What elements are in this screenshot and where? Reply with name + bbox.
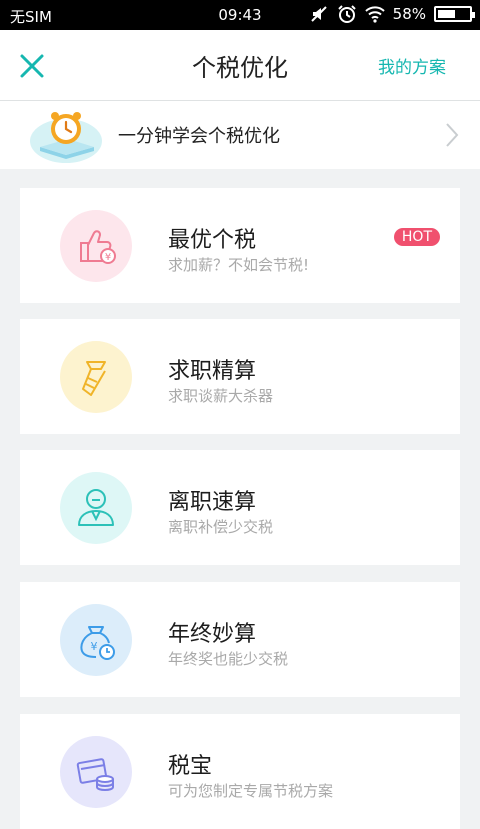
card-title: 年终妙算 (168, 622, 257, 647)
card-icon-bg: ¥ (60, 604, 132, 676)
card-icon-bg (60, 472, 132, 544)
svg-text:¥: ¥ (91, 640, 98, 653)
person-icon (78, 489, 114, 526)
tie-icon (82, 361, 106, 396)
card-subtitle: 求职谈薪大杀器 (168, 387, 274, 405)
alarm-clock-book-icon (30, 112, 102, 163)
hot-badge: HOT (393, 228, 440, 246)
wallet-coins-icon (76, 758, 114, 792)
card-icon-bg (60, 736, 132, 808)
wifi-icon (364, 6, 385, 23)
card-title: 税宝 (168, 754, 213, 779)
svg-text:¥: ¥ (105, 252, 111, 263)
my-plans-link[interactable]: 我的方案 (378, 53, 446, 78)
status-bar: 无SIM 09:43 58% (0, 0, 480, 30)
alarm-icon (337, 5, 356, 23)
card-subtitle: 可为您制定专属节税方案 (168, 782, 334, 800)
card-icon-bg (60, 341, 132, 413)
card-optimal-tax[interactable]: ¥ 最优个税 求加薪？不如会节税! HOT (20, 188, 460, 303)
card-tax-treasure[interactable]: 税宝 可为您制定专属节税方案 (20, 714, 460, 829)
money-bag-clock-icon: ¥ (80, 626, 115, 660)
card-subtitle: 求加薪？不如会节税! (168, 256, 310, 274)
mute-icon (310, 6, 327, 22)
card-title: 最优个税 (168, 228, 257, 253)
battery-percent: 58% (392, 5, 426, 23)
banner-text: 一分钟学会个税优化 (118, 126, 280, 147)
card-title: 求职精算 (168, 359, 257, 384)
chevron-right-icon (446, 123, 459, 147)
card-resign-calc[interactable]: 离职速算 离职补偿少交税 (20, 450, 460, 565)
card-icon-bg: ¥ (60, 210, 132, 282)
card-subtitle: 年终奖也能少交税 (168, 650, 289, 668)
card-subtitle: 离职补偿少交税 (168, 518, 274, 536)
tutorial-banner[interactable]: 一分钟学会个税优化 (0, 101, 480, 169)
battery-fill (438, 10, 455, 18)
card-title: 离职速算 (168, 490, 257, 515)
card-job-calc[interactable]: 求职精算 求职谈薪大杀器 (20, 319, 460, 434)
app-header: 个税优化 我的方案 (0, 30, 480, 101)
status-icons: 58% (309, 4, 475, 24)
card-bonus-calc[interactable]: ¥ 年终妙算 年终奖也能少交税 (20, 582, 460, 697)
thumbs-up-coin-icon: ¥ (80, 230, 116, 264)
battery-icon (434, 6, 475, 22)
